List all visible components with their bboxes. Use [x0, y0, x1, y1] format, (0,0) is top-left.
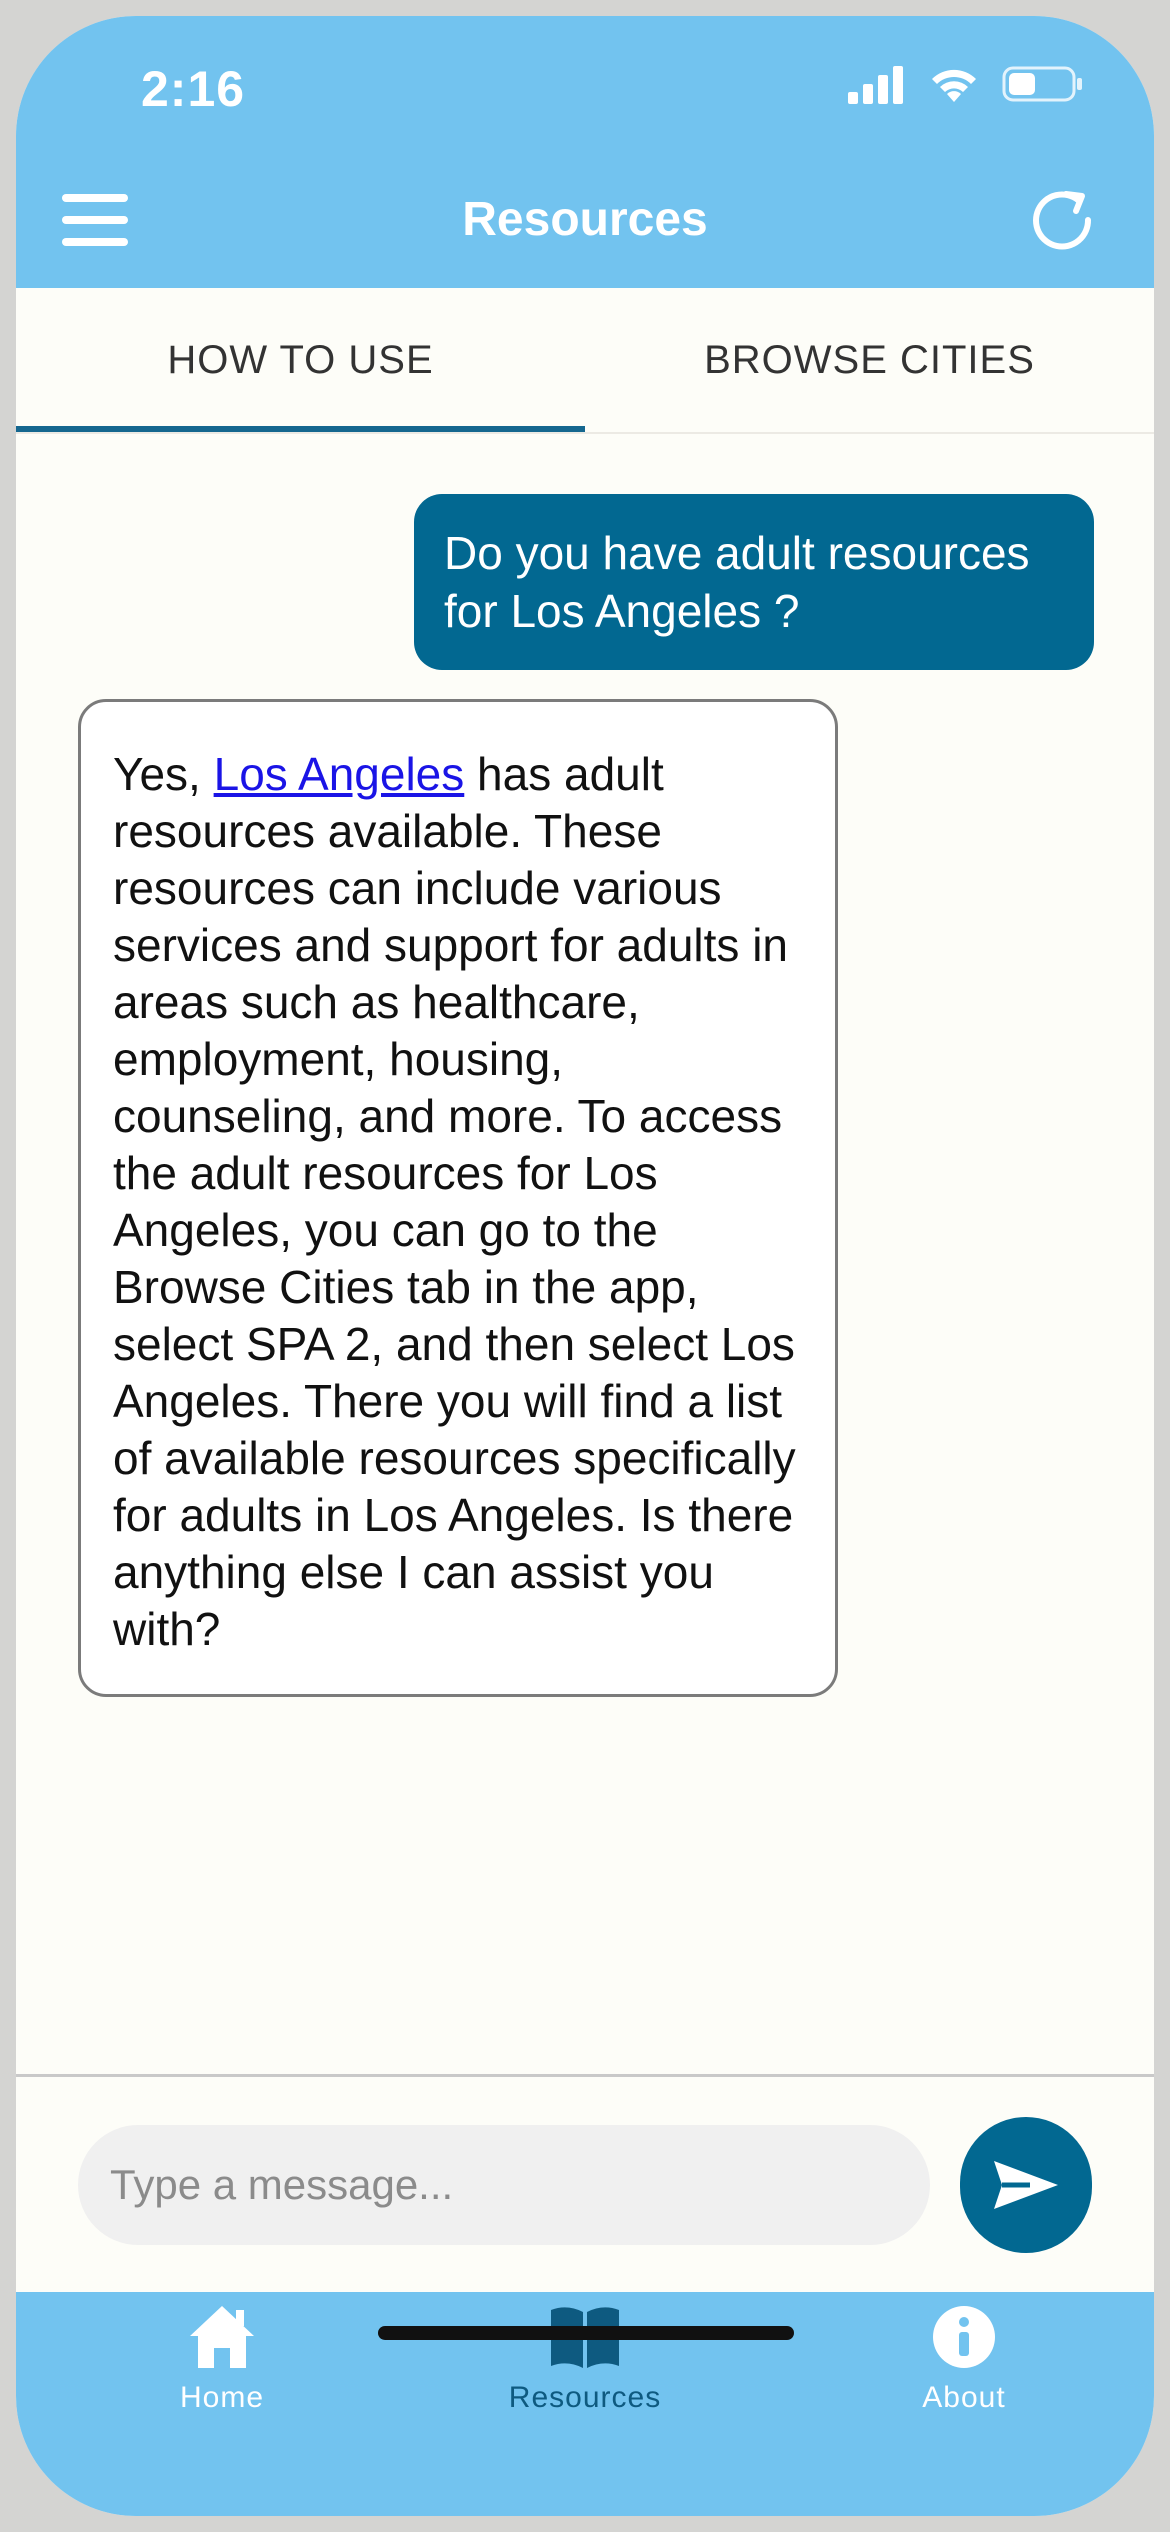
user-message-bubble: Do you have adult resources for Los Ange… [414, 494, 1094, 670]
nav-resources-label: Resources [508, 2381, 662, 2414]
refresh-icon[interactable] [1026, 184, 1098, 256]
battery-icon [1002, 66, 1082, 102]
tab-bar: HOW TO USE BROWSE CITIES [16, 288, 1154, 434]
status-bar: 2:16 [16, 16, 1154, 146]
status-time: 2:16 [141, 61, 246, 117]
nav-about-label: About [922, 2381, 1006, 2414]
tab-browse-cities[interactable]: BROWSE CITIES [585, 288, 1154, 432]
nav-resources[interactable]: Resources [475, 2302, 695, 2415]
page-title: Resources [462, 193, 708, 246]
status-icons [848, 64, 1084, 104]
message-composer [16, 2077, 1154, 2292]
send-button[interactable] [960, 2117, 1092, 2253]
message-input[interactable] [78, 2125, 930, 2245]
wifi-icon [932, 69, 976, 102]
bot-message-text: has adult resources available. These res… [113, 748, 796, 1655]
bot-message-prefix: Yes, [113, 748, 214, 800]
home-indicator [378, 2326, 794, 2340]
send-icon [994, 2161, 1058, 2209]
nav-about[interactable]: About [854, 2302, 1074, 2415]
info-icon [933, 2306, 995, 2368]
phone-screen: 2:16 Resources HOW TO USE BROWSE CITIES … [16, 16, 1154, 2516]
home-icon [190, 2306, 254, 2368]
chat-area[interactable]: Do you have adult resources for Los Ange… [16, 434, 1154, 2094]
active-tab-indicator [16, 426, 585, 432]
los-angeles-link[interactable]: Los Angeles [214, 748, 465, 800]
nav-home-label: Home [179, 2381, 265, 2414]
cellular-signal-icon [848, 66, 903, 104]
bot-message-bubble: Yes, Los Angeles has adult resources ava… [78, 699, 838, 1697]
tab-how-to-use[interactable]: HOW TO USE [16, 288, 585, 432]
nav-home[interactable]: Home [112, 2302, 332, 2415]
app-header: Resources [16, 146, 1154, 288]
